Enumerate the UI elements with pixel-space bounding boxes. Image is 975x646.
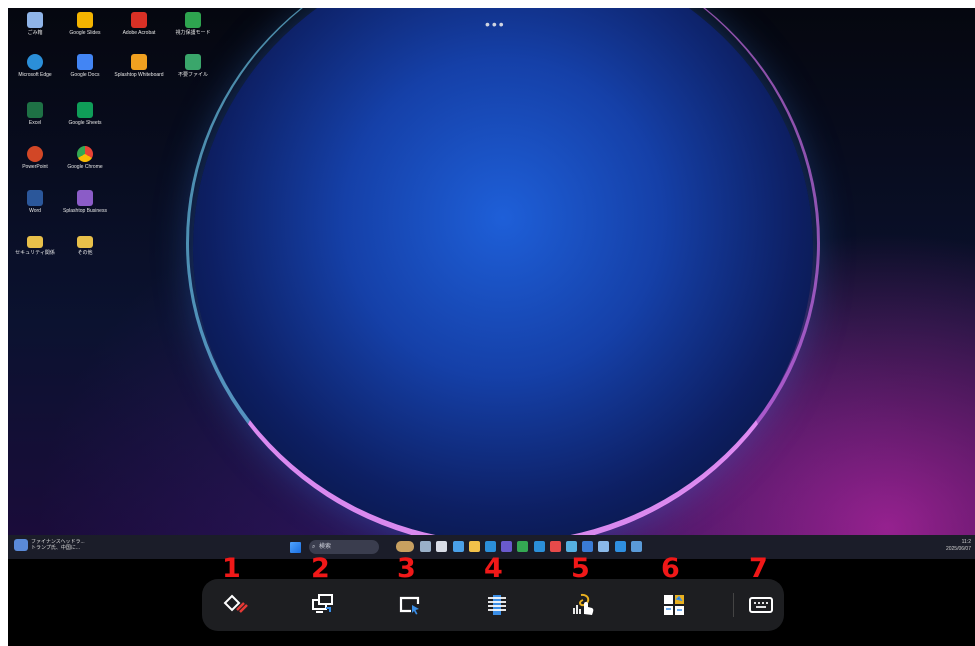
search-icon: ⌕ (312, 544, 316, 550)
desktop-icon-label: Adobe Acrobat (122, 30, 156, 36)
recycle-bin-icon (27, 12, 43, 28)
desktop-icon-label: Google Docs (70, 72, 100, 78)
taskbar-search[interactable]: ⌕ 検索 (309, 540, 379, 554)
desktop-icon-label: ごみ箱 (27, 30, 43, 36)
desktop-icon-label: Splashtop Whiteboard (114, 72, 164, 78)
splashtop-business-icon (77, 190, 93, 206)
desktop-icon-label: Microsoft Edge (18, 72, 52, 78)
taskbar-app-icon[interactable] (517, 541, 529, 552)
taskbar-app-icon[interactable] (436, 541, 448, 552)
system-clock[interactable]: 11:2 2025/06/07 (946, 539, 971, 553)
window-select-button[interactable] (383, 579, 437, 631)
screen-mirror-icon (312, 594, 333, 613)
desktop-icon-splashtop-whiteboard[interactable]: Splashtop Whiteboard (114, 54, 164, 78)
taskbar-app-icon[interactable] (420, 541, 432, 552)
window-cursor-icon (399, 596, 420, 615)
screen: ••• ごみ箱 Google Slides Adobe Acrobat 視力保護… (8, 8, 975, 646)
list-settings-button[interactable] (470, 579, 524, 631)
taskbar-app-icon[interactable] (452, 541, 464, 552)
desktop-icon-recycle-bin[interactable]: ごみ箱 (10, 12, 60, 36)
desktop-icon-word[interactable]: Word (10, 190, 60, 214)
taskbar-app-icon[interactable] (598, 541, 610, 552)
multi-view-icon (664, 595, 684, 615)
weather-icon (14, 539, 28, 551)
taskbar-app-icon[interactable] (630, 541, 642, 552)
desktop-icon-label: セキュリティ関係 (15, 250, 55, 256)
list-settings-icon (488, 595, 506, 615)
screen-mirror-button[interactable] (296, 579, 350, 631)
junk-files-icon (185, 54, 201, 70)
desktop-icon-other-folder[interactable]: その他 (60, 234, 110, 256)
desktop-icon-splashtop-business[interactable]: Splashtop Business (60, 190, 110, 214)
desktop-icon-excel[interactable]: Excel (10, 102, 60, 126)
desktop-icon-eye-protection[interactable]: 視力保護モード (168, 12, 218, 36)
google-sheets-icon (77, 102, 93, 118)
desktop-icon-label: PowerPoint (22, 164, 48, 170)
clock-date: 2025/06/07 (945, 546, 971, 552)
folder-icon (77, 236, 93, 248)
excel-icon (27, 102, 43, 118)
multi-view-button[interactable] (647, 579, 701, 631)
desktop-icon-label: Word (29, 208, 41, 214)
touch-gesture-button[interactable] (557, 579, 611, 631)
desktop-icon-label: 視力保護モード (175, 30, 211, 36)
desktop-icon-edge[interactable]: Microsoft Edge (10, 54, 60, 78)
start-icon[interactable] (290, 542, 301, 553)
desktop[interactable]: ••• ごみ箱 Google Slides Adobe Acrobat 視力保護… (8, 8, 975, 535)
taskbar-app-icon[interactable] (485, 541, 496, 552)
taskbar-app-icon[interactable] (582, 541, 594, 552)
desktop-icon-label: Google Slides (69, 30, 101, 36)
desktop-icon-google-docs[interactable]: Google Docs (60, 54, 110, 78)
desktop-icon-powerpoint[interactable]: PowerPoint (10, 146, 60, 170)
word-icon (27, 190, 43, 206)
taskbar-app-icon[interactable] (468, 541, 480, 552)
edge-icon (27, 54, 43, 70)
search-label: 検索 (319, 544, 332, 550)
taskbar-app-icon[interactable] (566, 541, 577, 552)
desktop-icon-google-sheets[interactable]: Google Sheets (60, 102, 110, 126)
google-docs-icon (77, 54, 93, 70)
news-widget[interactable]: ファイナンスヘッドラ... トランプ氏、中国に... (14, 539, 85, 551)
pen-annotate-icon (223, 594, 248, 613)
desktop-icon-label: Excel (28, 120, 42, 126)
taskbar-app-icon[interactable] (614, 541, 626, 552)
chrome-icon (77, 146, 93, 162)
desktop-icon-label: Splashtop Business (63, 208, 107, 214)
desktop-icon-junk-files[interactable]: 不要ファイル (168, 54, 218, 78)
keyboard-icon (749, 597, 773, 613)
taskbar-app-icon[interactable] (501, 541, 513, 552)
folder-icon (27, 236, 43, 248)
desktop-icon-label: 不要ファイル (177, 72, 208, 78)
floating-toolbar (202, 579, 784, 631)
desktop-icon-adobe-acrobat[interactable]: Adobe Acrobat (114, 12, 164, 36)
taskbar-app-icon[interactable] (396, 541, 414, 552)
desktop-icon-label: Google Sheets (68, 120, 102, 126)
desktop-icon-google-slides[interactable]: Google Slides (60, 12, 110, 36)
taskbar-app-icon[interactable] (549, 541, 561, 552)
wallpaper-rim (186, 8, 820, 535)
clock-time: 11:2 (961, 539, 971, 545)
splashtop-whiteboard-icon (131, 54, 147, 70)
touch-gesture-icon (573, 593, 594, 615)
more-options-icon[interactable]: ••• (485, 16, 506, 32)
desktop-icon-label: Google Chrome (67, 164, 103, 170)
news-subtitle: トランプ氏、中国に... (31, 545, 81, 551)
keyboard-button[interactable] (734, 579, 788, 631)
desktop-icon-label: その他 (77, 250, 93, 256)
taskbar-app-icon[interactable] (533, 541, 545, 552)
desktop-icon-security-folder[interactable]: セキュリティ関係 (10, 234, 60, 256)
google-slides-icon (77, 12, 93, 28)
powerpoint-icon (27, 146, 43, 162)
annotate-button[interactable] (209, 579, 263, 631)
eye-protection-icon (185, 12, 201, 28)
desktop-icon-google-chrome[interactable]: Google Chrome (60, 146, 110, 170)
adobe-acrobat-icon (131, 12, 147, 28)
